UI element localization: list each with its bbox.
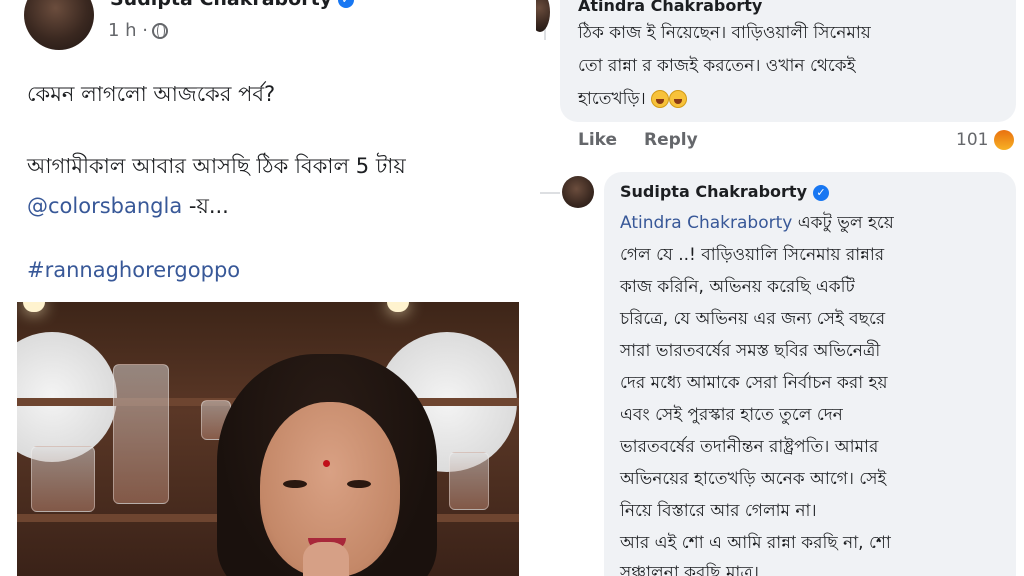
post-author-avatar[interactable] — [24, 0, 94, 50]
kitchen-jar — [31, 446, 95, 512]
post-text-line-1: কেমন লাগলো আজকের পর্ব? — [27, 82, 276, 106]
folded-hands — [303, 542, 349, 576]
verified-icon: ✓ — [813, 184, 829, 201]
reply-text-line: Atindra Chakraborty একটু ভুল হয়ে — [620, 210, 894, 238]
angry-reaction-icon[interactable] — [994, 130, 1014, 150]
post-photo[interactable] — [17, 302, 519, 576]
reply-text-line: নিয়ে বিস্তারে আর গেলাম না। — [620, 501, 817, 521]
post-text-line-3: @colorsbangla -য়... — [27, 190, 229, 225]
laugh-emoji-icon — [669, 90, 688, 108]
reply-author-label[interactable]: Sudipta Chakraborty — [620, 182, 807, 201]
comment-text-line: ঠিক কাজ ই নিয়েছেন। বাড়িওয়ালী সিনেমায় — [578, 23, 871, 43]
like-button[interactable]: Like — [578, 130, 617, 150]
post-author-name[interactable]: Sudipta Chakraborty ✓ — [110, 0, 355, 10]
reply-author[interactable]: Sudipta Chakraborty ✓ — [620, 182, 829, 201]
mention-link-colorsbangla[interactable]: @colorsbangla — [27, 194, 182, 218]
laugh-emoji-icon — [651, 90, 670, 108]
post-text-suffix: -য়... — [182, 194, 229, 218]
globe-icon — [152, 22, 169, 39]
reply-text-line: ভারতবর্ষের তদানীন্তন রাষ্ট্রপতি। আমার — [620, 437, 879, 457]
person-eye — [347, 480, 371, 488]
bindi — [323, 460, 330, 467]
post-meta: 1 h · — [108, 20, 169, 41]
verified-icon: ✓ — [338, 0, 355, 8]
post-time[interactable]: 1 h · — [108, 20, 148, 41]
reply-text-line: গেল যে ..! বাড়িওয়ালি সিনেমায় রান্নার — [620, 245, 885, 265]
reply-text-line: দের মধ্যে আমাকে সেরা নির্বাচন করা হয় — [620, 373, 888, 393]
kitchen-jar — [113, 364, 169, 504]
reply-text-line: অভিনয়ের হাতেখড়ি অনেক আগে। সেই — [620, 469, 887, 489]
reply-text-line: আর এই শো এ আমি রান্না করছি না, শো — [620, 533, 891, 553]
mention-link-atindra[interactable]: Atindra Chakraborty — [620, 213, 792, 233]
ceiling-lamp — [387, 302, 409, 312]
comment-text-line: তো রান্না র কাজই করতেন। ওখান থেকেই — [578, 56, 856, 76]
reply-text-line: সঞ্চালনা করছি মাত্র। — [620, 563, 759, 576]
reply-text-fragment: একটু ভুল হয়ে — [792, 213, 894, 233]
post-card: Sudipta Chakraborty ✓ 1 h · কেমন লাগলো আজ… — [0, 0, 536, 576]
post-text-line-2: আগামীকাল আবার আসছি ঠিক বিকাল 5 টায় — [27, 154, 406, 178]
reply-button[interactable]: Reply — [644, 130, 698, 150]
post-author-label[interactable]: Sudipta Chakraborty — [110, 0, 332, 10]
comment-author[interactable]: Atindra Chakraborty — [578, 0, 762, 15]
commenter-avatar[interactable] — [536, 0, 550, 32]
comments-section: Atindra Chakraborty ঠিক কাজ ই নিয়েছেন। … — [536, 0, 1024, 576]
comment-text-fragment: হাতেখড়ি। — [578, 89, 646, 109]
reply-text-line: চরিত্রে, যে অভিনয় এর জন্য সেই বছরে — [620, 309, 886, 329]
reply-text-line: কাজ করিনি, অভিনয় করেছি একটি — [620, 277, 855, 297]
comment-text-line: হাতেখড়ি। — [578, 86, 688, 114]
person-eye — [283, 480, 307, 488]
ceiling-lamp — [23, 302, 45, 312]
reply-connector — [540, 192, 560, 194]
reply-text-line: সারা ভারতবর্ষের সমস্ত ছবির অভিনেত্রী — [620, 341, 881, 361]
hashtag-link[interactable]: #rannaghorergoppo — [27, 258, 240, 282]
reply-text-line: এবং সেই পুরস্কার হাতে তুলে দেন — [620, 405, 843, 425]
background-plate — [17, 332, 117, 462]
reply-author-avatar[interactable] — [562, 176, 594, 208]
kitchen-jar — [449, 452, 489, 510]
reaction-count[interactable]: 101 — [956, 130, 988, 150]
